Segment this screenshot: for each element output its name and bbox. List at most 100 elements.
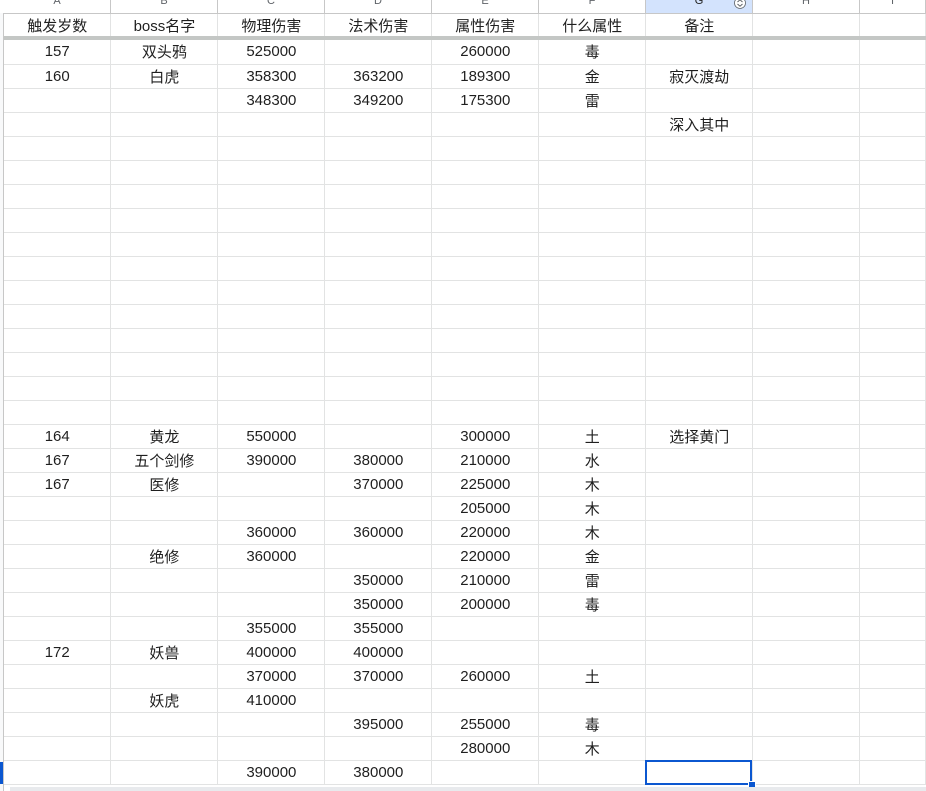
table-cell[interactable] [538, 208, 647, 233]
table-cell[interactable] [752, 376, 861, 401]
table-cell[interactable] [431, 160, 540, 185]
table-cell[interactable] [4, 760, 112, 785]
table-cell[interactable] [217, 712, 326, 737]
table-cell[interactable]: 355000 [324, 616, 433, 641]
table-cell[interactable] [324, 424, 433, 449]
table-cell[interactable]: 167 [4, 448, 112, 473]
table-cell[interactable] [538, 640, 647, 665]
table-cell[interactable] [859, 448, 926, 473]
table-cell[interactable] [110, 160, 219, 185]
table-cell[interactable] [431, 304, 540, 329]
table-cell[interactable] [324, 256, 433, 281]
table-cell[interactable] [217, 400, 326, 425]
table-cell[interactable] [752, 256, 861, 281]
table-cell[interactable] [110, 328, 219, 353]
header-cell[interactable]: 属性伤害 [431, 14, 540, 39]
table-cell[interactable] [110, 496, 219, 521]
table-cell[interactable] [538, 232, 647, 257]
table-cell[interactable]: 妖兽 [110, 640, 219, 665]
table-cell[interactable] [859, 424, 926, 449]
table-cell[interactable] [324, 376, 433, 401]
table-cell[interactable]: 225000 [431, 472, 540, 497]
table-cell[interactable] [4, 400, 112, 425]
table-cell[interactable] [4, 208, 112, 233]
table-cell[interactable] [110, 592, 219, 617]
table-cell[interactable]: 雷 [538, 88, 647, 113]
table-cell[interactable] [752, 544, 861, 569]
table-cell[interactable] [324, 160, 433, 185]
header-cell[interactable] [859, 14, 926, 39]
table-cell[interactable] [752, 592, 861, 617]
table-cell[interactable]: 深入其中 [645, 112, 754, 137]
table-cell[interactable] [645, 88, 754, 113]
table-cell[interactable] [859, 736, 926, 761]
table-cell[interactable] [324, 688, 433, 713]
table-cell[interactable] [4, 544, 112, 569]
table-cell[interactable] [859, 616, 926, 641]
table-cell[interactable]: 寂灭渡劫 [645, 64, 754, 89]
table-cell[interactable]: 220000 [431, 520, 540, 545]
table-cell[interactable] [431, 208, 540, 233]
table-cell[interactable] [752, 304, 861, 329]
table-cell[interactable] [538, 376, 647, 401]
table-cell[interactable] [431, 184, 540, 209]
table-cell[interactable]: 410000 [217, 688, 326, 713]
table-cell[interactable]: 金 [538, 64, 647, 89]
table-cell[interactable]: 220000 [431, 544, 540, 569]
table-cell[interactable]: 木 [538, 736, 647, 761]
table-cell[interactable] [4, 616, 112, 641]
table-cell[interactable]: 医修 [110, 472, 219, 497]
table-cell[interactable] [110, 184, 219, 209]
table-cell[interactable]: 雷 [538, 568, 647, 593]
table-cell[interactable] [752, 112, 861, 137]
table-cell[interactable] [752, 496, 861, 521]
table-cell[interactable] [645, 36, 754, 65]
table-cell[interactable] [431, 760, 540, 785]
table-cell[interactable] [645, 544, 754, 569]
table-cell[interactable] [752, 760, 861, 785]
table-cell[interactable]: 毒 [538, 36, 647, 65]
table-cell[interactable] [859, 256, 926, 281]
table-cell[interactable] [4, 568, 112, 593]
column-header-i[interactable]: I [860, 0, 926, 13]
column-header-e[interactable]: E [432, 0, 539, 13]
column-header-g[interactable]: G [646, 0, 753, 13]
table-cell[interactable]: 毒 [538, 712, 647, 737]
table-cell[interactable]: 土 [538, 424, 647, 449]
table-cell[interactable] [110, 232, 219, 257]
table-cell[interactable]: 土 [538, 664, 647, 689]
table-cell[interactable] [538, 184, 647, 209]
header-cell[interactable]: 法术伤害 [324, 14, 433, 39]
table-cell[interactable] [538, 352, 647, 377]
table-cell[interactable] [859, 712, 926, 737]
table-cell[interactable] [4, 304, 112, 329]
table-cell[interactable] [859, 472, 926, 497]
table-cell[interactable] [110, 664, 219, 689]
column-header-d[interactable]: D [325, 0, 432, 13]
table-cell[interactable] [752, 280, 861, 305]
table-cell[interactable] [431, 376, 540, 401]
table-cell[interactable] [431, 112, 540, 137]
table-cell[interactable] [4, 184, 112, 209]
table-cell[interactable] [538, 280, 647, 305]
table-cell[interactable] [217, 112, 326, 137]
sort-arrows-icon[interactable] [734, 0, 746, 9]
table-cell[interactable] [4, 256, 112, 281]
table-cell[interactable]: 400000 [217, 640, 326, 665]
table-cell[interactable] [645, 448, 754, 473]
table-cell[interactable]: 390000 [217, 448, 326, 473]
header-cell[interactable]: 什么属性 [538, 14, 647, 39]
table-cell[interactable] [110, 256, 219, 281]
table-cell[interactable]: 360000 [217, 544, 326, 569]
table-cell[interactable]: 167 [4, 472, 112, 497]
table-cell[interactable] [217, 592, 326, 617]
table-cell[interactable] [217, 376, 326, 401]
table-cell[interactable]: 350000 [324, 568, 433, 593]
table-cell[interactable] [645, 496, 754, 521]
table-cell[interactable] [859, 640, 926, 665]
table-cell[interactable] [217, 160, 326, 185]
table-cell[interactable] [752, 136, 861, 161]
table-cell[interactable] [431, 640, 540, 665]
table-cell[interactable] [217, 328, 326, 353]
table-cell[interactable]: 395000 [324, 712, 433, 737]
